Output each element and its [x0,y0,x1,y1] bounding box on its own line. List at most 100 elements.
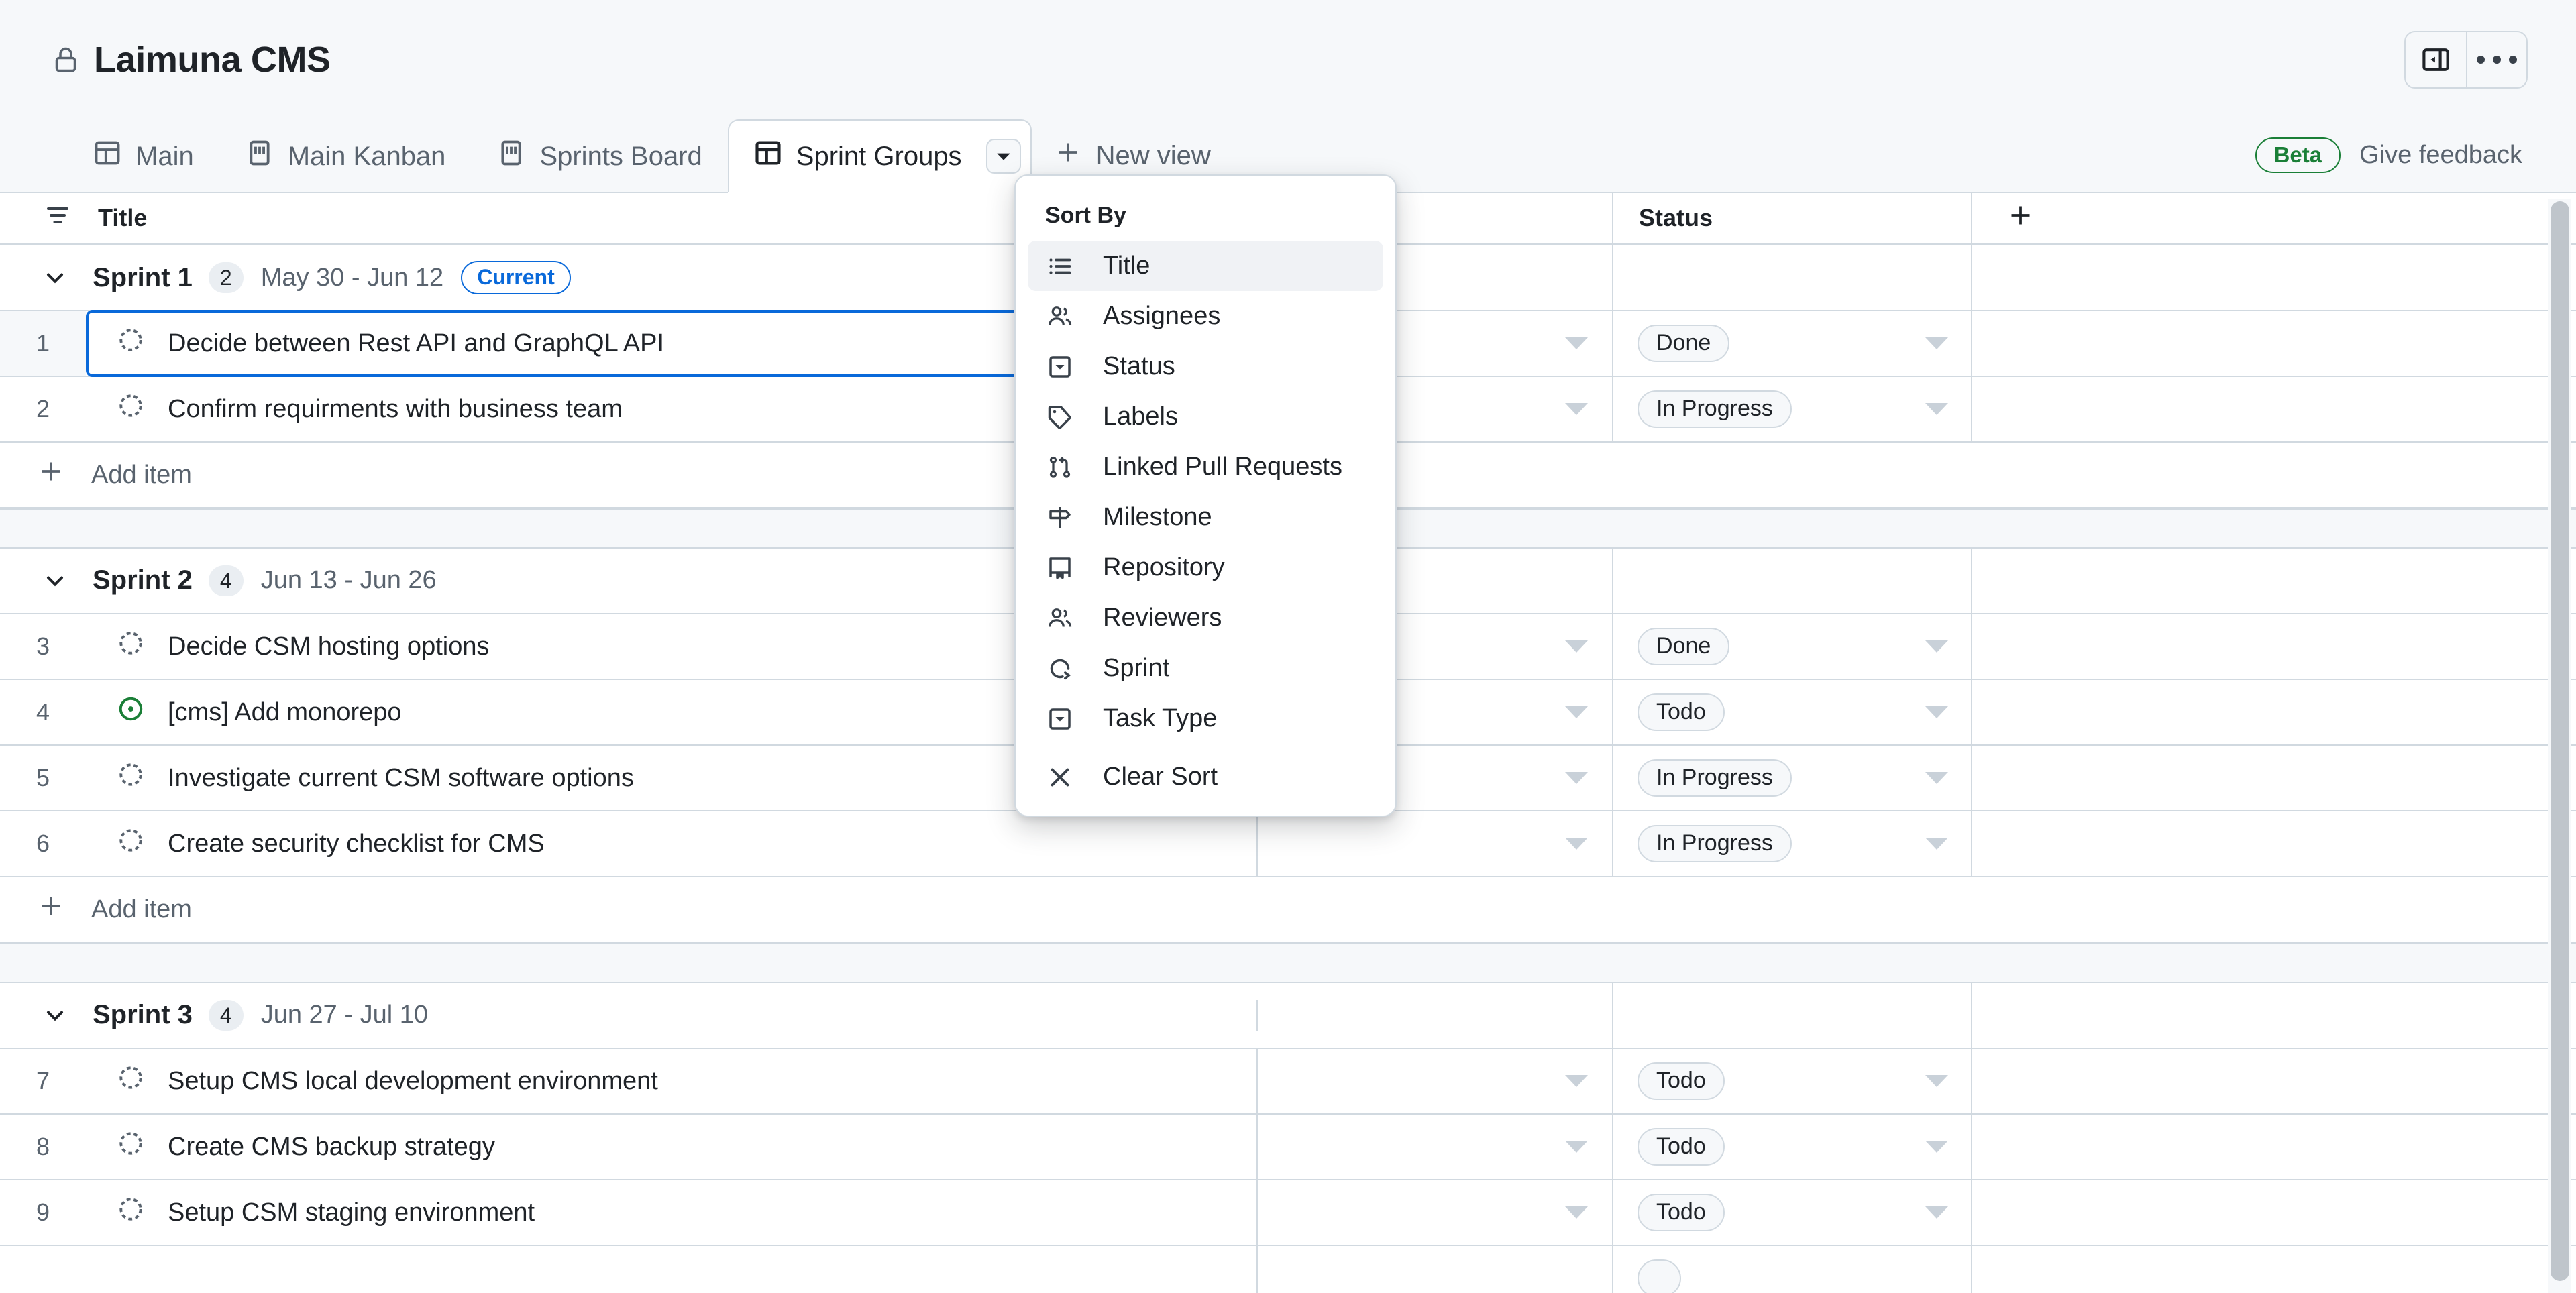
add-column-button[interactable] [1972,193,2576,244]
tab-main[interactable]: Main [67,119,219,192]
chevron-down-icon[interactable] [42,567,76,594]
chevron-down-icon[interactable] [1925,706,1948,718]
chevron-down-icon[interactable] [1925,337,1948,349]
sort-option-sprint[interactable]: Sprint [1028,643,1383,693]
chevron-down-icon[interactable] [1925,640,1948,653]
table-row[interactable]: 8 Create CMS backup strategy Todo [0,1115,2576,1180]
add-item-row[interactable]: Add item [0,877,2576,943]
row-status-cell[interactable]: In Progress [1613,746,1972,810]
column-header-status[interactable]: Status [1613,193,1972,244]
row-extra-cell [1972,1180,2576,1245]
chevron-down-icon[interactable] [1565,640,1588,653]
sort-option-assignees[interactable]: Assignees [1028,291,1383,341]
sort-by-popover: Sort By Title Assignees Status Labels Li… [1014,174,1397,817]
row-assignees-cell[interactable] [1258,811,1613,876]
sort-option-label: Task Type [1103,704,1218,732]
row-assignees-cell[interactable] [1258,1049,1613,1113]
chevron-down-icon[interactable] [1565,337,1588,349]
chevron-down-icon[interactable] [1565,403,1588,415]
chevron-down-icon[interactable] [42,264,76,291]
column-header-label: Status [1639,204,1713,231]
row-title-cell[interactable]: Create CMS backup strategy [86,1115,1258,1179]
row-title-cell[interactable] [86,1246,1258,1293]
row-number: 9 [0,1180,86,1245]
chevron-down-icon[interactable] [1925,838,1948,850]
table-row-partial[interactable] [0,1246,2576,1293]
chevron-down-icon[interactable] [1925,1141,1948,1153]
vertical-scrollbar-thumb[interactable] [2551,201,2569,1281]
row-title-cell[interactable]: Create security checklist for CMS [86,811,1258,876]
row-status-cell[interactable]: Done [1613,614,1972,679]
row-assignees-cell[interactable] [1258,1180,1613,1245]
chevron-down-icon[interactable] [1925,1206,1948,1219]
row-extra-cell [1972,377,2576,441]
sort-option-label: Reviewers [1103,604,1222,632]
row-status-cell[interactable]: Todo [1613,1115,1972,1179]
row-title-cell[interactable]: Setup CSM staging environment [86,1180,1258,1245]
chevron-down-icon[interactable] [1565,1206,1588,1219]
sort-option-label: Milestone [1103,503,1212,531]
chevron-down-icon[interactable] [1565,1141,1588,1153]
row-number: 5 [0,746,86,810]
sidebar-collapse-icon[interactable] [2406,32,2466,87]
row-status-cell[interactable]: In Progress [1613,811,1972,876]
row-status-cell[interactable]: Todo [1613,1049,1972,1113]
table-row[interactable]: 9 Setup CSM staging environment Todo [0,1180,2576,1246]
row-assignees-cell[interactable] [1258,1246,1613,1293]
milestone-icon [1045,504,1075,531]
sort-option-status[interactable]: Status [1028,341,1383,392]
row-title-cell[interactable]: Setup CMS local development environment [86,1049,1258,1113]
status-badge: Todo [1638,1062,1725,1100]
chevron-down-icon[interactable] [1565,1075,1588,1087]
table-row[interactable]: 6 Create security checklist for CMS In P… [0,811,2576,877]
status-badge: In Progress [1638,390,1792,428]
clear-sort-button[interactable]: Clear Sort [1028,752,1383,802]
tab-sprint-groups[interactable]: Sprint Groups [727,119,1032,192]
row-extra-cell [1972,1246,2576,1293]
row-title-text: Confirm requirments with business team [168,394,623,423]
chevron-down-icon[interactable] [1925,772,1948,784]
sort-option-reviewers[interactable]: Reviewers [1028,593,1383,643]
row-status-cell[interactable]: Todo [1613,1180,1972,1245]
x-icon [1045,764,1075,791]
chevron-down-icon[interactable] [1565,838,1588,850]
add-item-button[interactable]: Add item [0,458,192,492]
row-status-cell[interactable]: Todo [1613,680,1972,744]
sort-option-linked-pull-requests[interactable]: Linked Pull Requests [1028,442,1383,492]
sort-option-title[interactable]: Title [1028,241,1383,291]
add-item-label: Add item [91,895,192,923]
chevron-down-icon[interactable] [1565,772,1588,784]
row-title-text: Investigate current CSM software options [168,763,634,792]
status-badge: Todo [1638,1128,1725,1166]
group-date-range: May 30 - Jun 12 [260,263,444,292]
add-item-button[interactable]: Add item [0,893,192,926]
sort-option-task-type[interactable]: Task Type [1028,693,1383,744]
sort-option-repository[interactable]: Repository [1028,543,1383,593]
chevron-down-icon[interactable] [42,1002,76,1029]
group-cell-extra [1972,245,2576,311]
header-actions [2404,31,2528,89]
chevron-down-icon[interactable] [1925,403,1948,415]
chevron-down-icon[interactable] [1565,706,1588,718]
group-header-row[interactable]: Sprint 3 4 Jun 27 - Jul 10 [0,982,2576,1049]
row-number: 6 [0,811,86,876]
row-status-cell[interactable] [1613,1246,1972,1293]
row-status-cell[interactable]: In Progress [1613,377,1972,441]
chevron-down-icon[interactable] [1925,1075,1948,1087]
kebab-menu-icon[interactable] [2466,32,2526,87]
row-extra-cell [1972,746,2576,810]
chevron-down-icon [995,142,1012,172]
table-row[interactable]: 7 Setup CMS local development environmen… [0,1049,2576,1115]
group-item-count: 2 [208,262,244,294]
row-extra-cell [1972,811,2576,876]
tab-sprints-board[interactable]: Sprints Board [471,119,727,192]
view-options-caret-button[interactable] [985,139,1021,174]
sort-option-labels[interactable]: Labels [1028,392,1383,442]
row-extra-cell [1972,1115,2576,1179]
tab-main-kanban[interactable]: Main Kanban [219,119,472,192]
app-header: Laimuna CMS [0,0,2576,119]
row-assignees-cell[interactable] [1258,1115,1613,1179]
give-feedback-link[interactable]: Give feedback [2359,141,2522,170]
sort-option-milestone[interactable]: Milestone [1028,492,1383,543]
row-status-cell[interactable]: Done [1613,311,1972,376]
